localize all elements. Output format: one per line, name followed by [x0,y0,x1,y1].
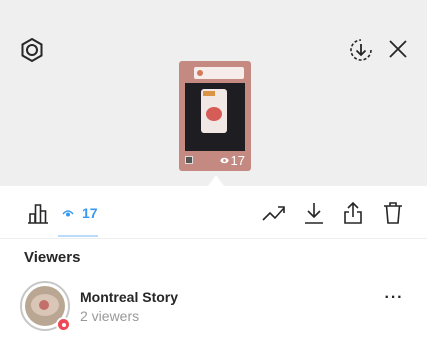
share-icon[interactable] [340,200,366,226]
viewer-name[interactable]: Montreal Story [80,289,178,305]
story-preview-area: 17 [0,0,427,186]
qr-code-icon [185,156,193,164]
download-circle-icon[interactable] [347,36,375,64]
thumbnail-pointer [208,175,224,186]
eye-icon [62,209,74,216]
story-toolbar: 17 [0,186,427,238]
trending-up-icon[interactable] [261,200,287,226]
viewer-subtitle: 2 viewers [80,308,140,324]
viewer-count: 17 [82,205,98,221]
live-badge-icon [56,317,71,332]
list-item[interactable]: Montreal Story 2 viewers ··· [0,277,427,337]
settings-icon[interactable] [18,36,46,64]
more-options-icon[interactable]: ··· [383,289,405,309]
story-view-count-value: 17 [230,152,245,168]
tab-viewers[interactable]: 17 [62,200,98,226]
product-bag-image [201,89,227,133]
eye-icon [219,157,229,163]
bar-chart-icon[interactable] [25,200,51,226]
viewers-heading: Viewers [24,249,81,266]
story-sticker [194,67,244,79]
close-icon[interactable] [385,36,411,62]
story-view-count: 17 [219,152,245,168]
download-icon[interactable] [301,200,327,226]
story-thumbnail[interactable]: 17 [179,61,251,171]
section-divider [0,238,427,239]
story-photo [185,83,245,151]
trash-icon[interactable] [380,200,406,226]
tab-indicator [58,235,98,237]
